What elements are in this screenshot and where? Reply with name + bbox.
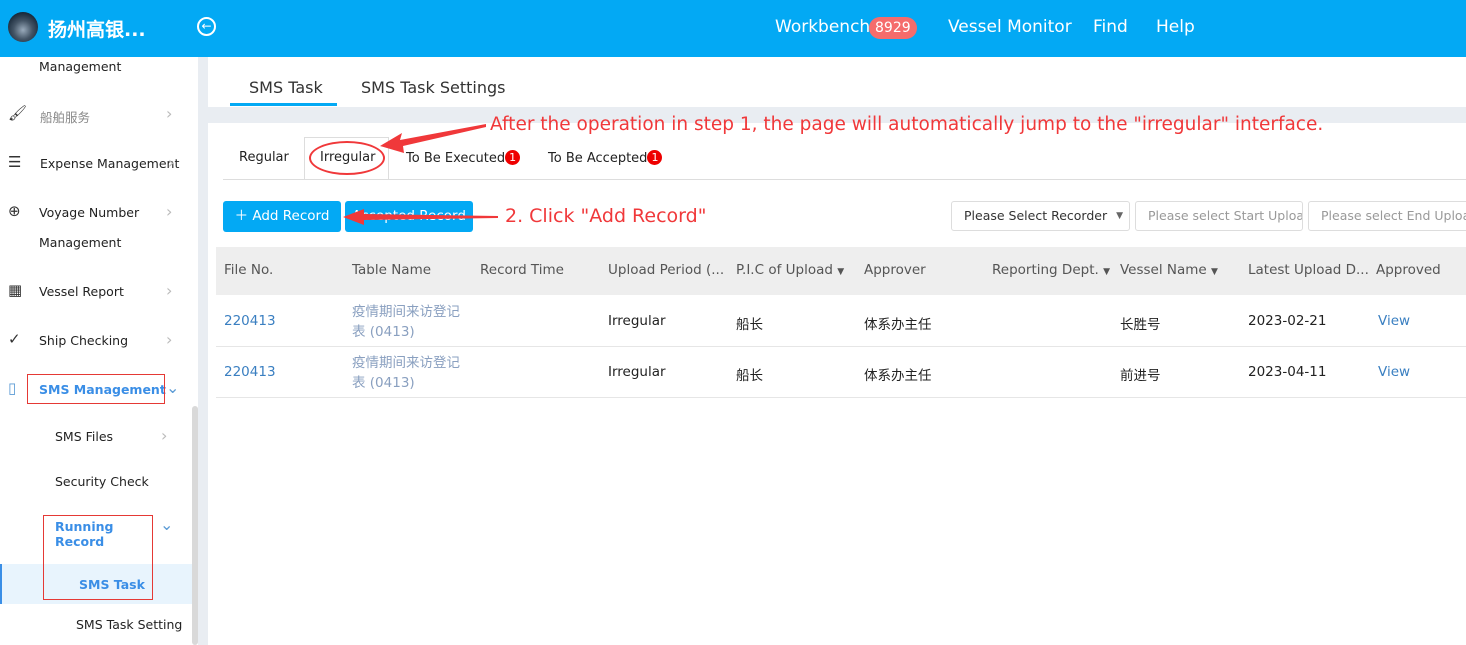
arrow-to-add-record <box>343 209 498 225</box>
annotation-arrows <box>343 124 498 225</box>
arrow-to-irregular <box>380 124 486 153</box>
